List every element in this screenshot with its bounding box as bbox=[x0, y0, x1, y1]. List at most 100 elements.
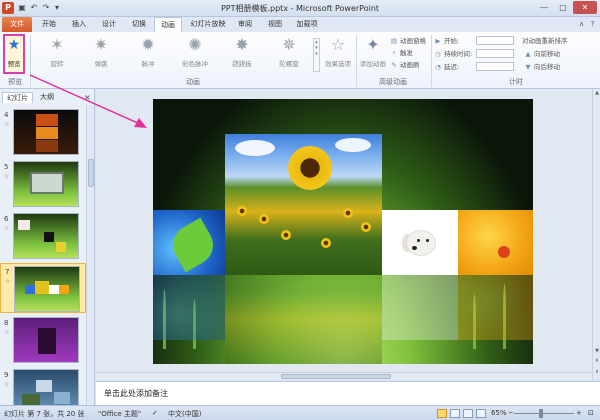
minimize-icon[interactable]: — bbox=[535, 1, 553, 14]
delay-field[interactable] bbox=[476, 62, 514, 71]
zoom-slider[interactable] bbox=[514, 413, 574, 414]
move-later-label: 向后移动 bbox=[534, 63, 560, 71]
star-preview-icon: ★ bbox=[7, 37, 21, 53]
photo-reflection bbox=[153, 275, 225, 340]
color-pulse-star-icon: ✺ bbox=[188, 35, 202, 54]
panel-scrollbar[interactable] bbox=[86, 105, 94, 405]
tab-view[interactable]: 视图 bbox=[262, 17, 288, 32]
maximize-icon[interactable]: ▢ bbox=[554, 1, 572, 14]
move-earlier-button[interactable]: ▲ 向前移动 bbox=[524, 49, 561, 59]
help-icon[interactable]: ? bbox=[588, 20, 597, 29]
tab-add-ins[interactable]: 加载项 bbox=[292, 17, 322, 32]
move-later-button[interactable]: ▼ 向后移动 bbox=[524, 62, 561, 72]
collapse-ribbon-icon[interactable]: ∧ bbox=[577, 20, 586, 29]
powerpoint-app-icon[interactable]: P bbox=[2, 2, 14, 14]
tab-review[interactable]: 审阅 bbox=[232, 17, 258, 32]
leaf-shape bbox=[165, 217, 221, 273]
slide-sorter-view-icon[interactable] bbox=[450, 409, 460, 418]
slide-thumbnail[interactable]: 5 ☆ bbox=[0, 159, 86, 209]
slide-thumbnail-selected[interactable]: 7 ☆ bbox=[0, 263, 86, 313]
photo-sunflower[interactable] bbox=[225, 134, 382, 275]
notes-pane[interactable]: 单击此处添加备注 bbox=[96, 381, 600, 405]
customize-quick-access-icon[interactable]: ▾ bbox=[52, 3, 62, 13]
panel-scroll-thumb[interactable] bbox=[88, 159, 94, 187]
sunflower-head bbox=[288, 146, 332, 190]
trigger-button[interactable]: ⚡ 触发 bbox=[390, 48, 413, 58]
duration-field[interactable] bbox=[476, 49, 514, 58]
close-panel-icon[interactable]: × bbox=[84, 92, 91, 103]
animation-color-pulse-label: 彩色脉冲 bbox=[182, 60, 208, 68]
group-label-timing: 计时 bbox=[509, 78, 523, 86]
previous-slide-icon[interactable]: ⇞ bbox=[593, 357, 600, 365]
tab-transitions[interactable]: 切换 bbox=[126, 17, 152, 32]
effect-options-button[interactable]: ☆ 效果选项 bbox=[322, 36, 354, 74]
editor-horizontal-scrollbar[interactable] bbox=[96, 372, 592, 380]
notes-placeholder[interactable]: 单击此处添加备注 bbox=[104, 388, 168, 399]
slide-thumbnail[interactable]: 8 ☆ bbox=[0, 315, 86, 365]
zoom-slider-thumb[interactable] bbox=[539, 409, 543, 418]
tab-slide-show[interactable]: 幻灯片放映 bbox=[186, 17, 230, 32]
preview-button[interactable]: ★ 预览 bbox=[3, 34, 25, 74]
window-title: PPT相册模板.pptx - Microsoft PowerPoint bbox=[220, 4, 380, 13]
scroll-down-icon[interactable]: ▼ bbox=[593, 347, 600, 355]
slide-number: 7 bbox=[5, 268, 10, 276]
current-slide[interactable] bbox=[153, 99, 533, 364]
photo-blue-leaf[interactable] bbox=[153, 210, 225, 275]
add-animation-button[interactable]: ✦ 添加动画 bbox=[358, 36, 388, 74]
reading-view-icon[interactable] bbox=[463, 409, 473, 418]
animation-spin-top-label: 陀螺旋 bbox=[279, 60, 299, 68]
editor-vertical-scrollbar[interactable]: ▲ ▼ ⇞ ⇟ bbox=[592, 89, 600, 379]
tab-outline[interactable]: 大纲 bbox=[36, 92, 58, 103]
tab-home[interactable]: 开始 bbox=[36, 17, 62, 32]
tab-file[interactable]: 文件 bbox=[2, 17, 32, 32]
duration-label: ◷ 持续时间: bbox=[434, 49, 472, 59]
tab-slides[interactable]: 幻灯片 bbox=[2, 92, 33, 103]
animation-spin-top-button[interactable]: ✵ 陀螺旋 bbox=[274, 36, 304, 74]
next-slide-icon[interactable]: ⇟ bbox=[593, 368, 600, 376]
start-field[interactable] bbox=[476, 36, 514, 45]
slide-thumbnail[interactable]: 4 ☆ bbox=[0, 107, 86, 157]
tab-insert[interactable]: 插入 bbox=[66, 17, 92, 32]
horizontal-scroll-thumb[interactable] bbox=[281, 374, 391, 379]
sunflower-small bbox=[281, 230, 291, 240]
effect-options-icon: ☆ bbox=[330, 35, 346, 54]
undo-icon[interactable]: ↶ bbox=[29, 3, 39, 13]
save-icon[interactable]: ▣ bbox=[17, 3, 27, 13]
animation-spin-button[interactable]: ✶ 旋转 bbox=[42, 36, 72, 74]
group-label-advanced: 高级动画 bbox=[379, 78, 407, 86]
spellcheck-icon[interactable]: ✓ bbox=[152, 409, 158, 417]
pulse-star-icon: ✹ bbox=[141, 35, 155, 54]
animation-gallery-scroll[interactable]: ▴ ▾ ▾ bbox=[313, 38, 320, 72]
animation-teeter-button[interactable]: ✸ 跷跷板 bbox=[227, 36, 257, 74]
animation-bounce-button[interactable]: ✷ 弹跳 bbox=[86, 36, 116, 74]
panel-tabs: 幻灯片 大纲 × bbox=[0, 92, 95, 103]
start-icon: ▶ bbox=[435, 37, 441, 45]
language[interactable]: 中文(中国) bbox=[168, 409, 201, 419]
slide-show-view-icon[interactable] bbox=[476, 409, 486, 418]
zoom-level[interactable]: 65% bbox=[491, 409, 507, 417]
normal-view-icon[interactable] bbox=[437, 409, 447, 418]
animation-teeter-label: 跷跷板 bbox=[232, 60, 252, 68]
animation-painter-button[interactable]: ✎ 动画刷 bbox=[390, 60, 420, 70]
scroll-up-icon[interactable]: ▲ bbox=[593, 89, 600, 97]
slide-counter: 幻灯片 第 7 张，共 20 张 bbox=[4, 410, 85, 418]
animation-painter-label: 动画刷 bbox=[400, 61, 420, 69]
tab-animations[interactable]: 动画 bbox=[154, 17, 182, 32]
animation-pane-icon: ▤ bbox=[390, 37, 398, 45]
zoom-out-icon[interactable]: − bbox=[508, 409, 514, 417]
slide-thumbnail-image bbox=[13, 213, 79, 259]
slide-editor bbox=[96, 89, 592, 379]
close-icon[interactable]: ✕ bbox=[573, 1, 597, 14]
fit-to-window-icon[interactable]: ⊡ bbox=[588, 409, 594, 417]
animation-painter-icon: ✎ bbox=[391, 61, 397, 69]
animation-color-pulse-button[interactable]: ✺ 彩色脉冲 bbox=[180, 36, 210, 74]
slide-thumbnail[interactable]: 6 ☆ bbox=[0, 211, 86, 261]
animation-pane-button[interactable]: ▤ 动画窗格 bbox=[390, 36, 426, 46]
move-earlier-label: 向前移动 bbox=[534, 50, 560, 58]
tab-design[interactable]: 设计 bbox=[96, 17, 122, 32]
photo-yellow-petals[interactable] bbox=[458, 210, 533, 275]
zoom-in-icon[interactable]: + bbox=[576, 409, 582, 417]
redo-icon[interactable]: ↷ bbox=[41, 3, 51, 13]
photo-white-dog[interactable] bbox=[382, 210, 458, 275]
animation-pulse-button[interactable]: ✹ 脉冲 bbox=[133, 36, 163, 74]
